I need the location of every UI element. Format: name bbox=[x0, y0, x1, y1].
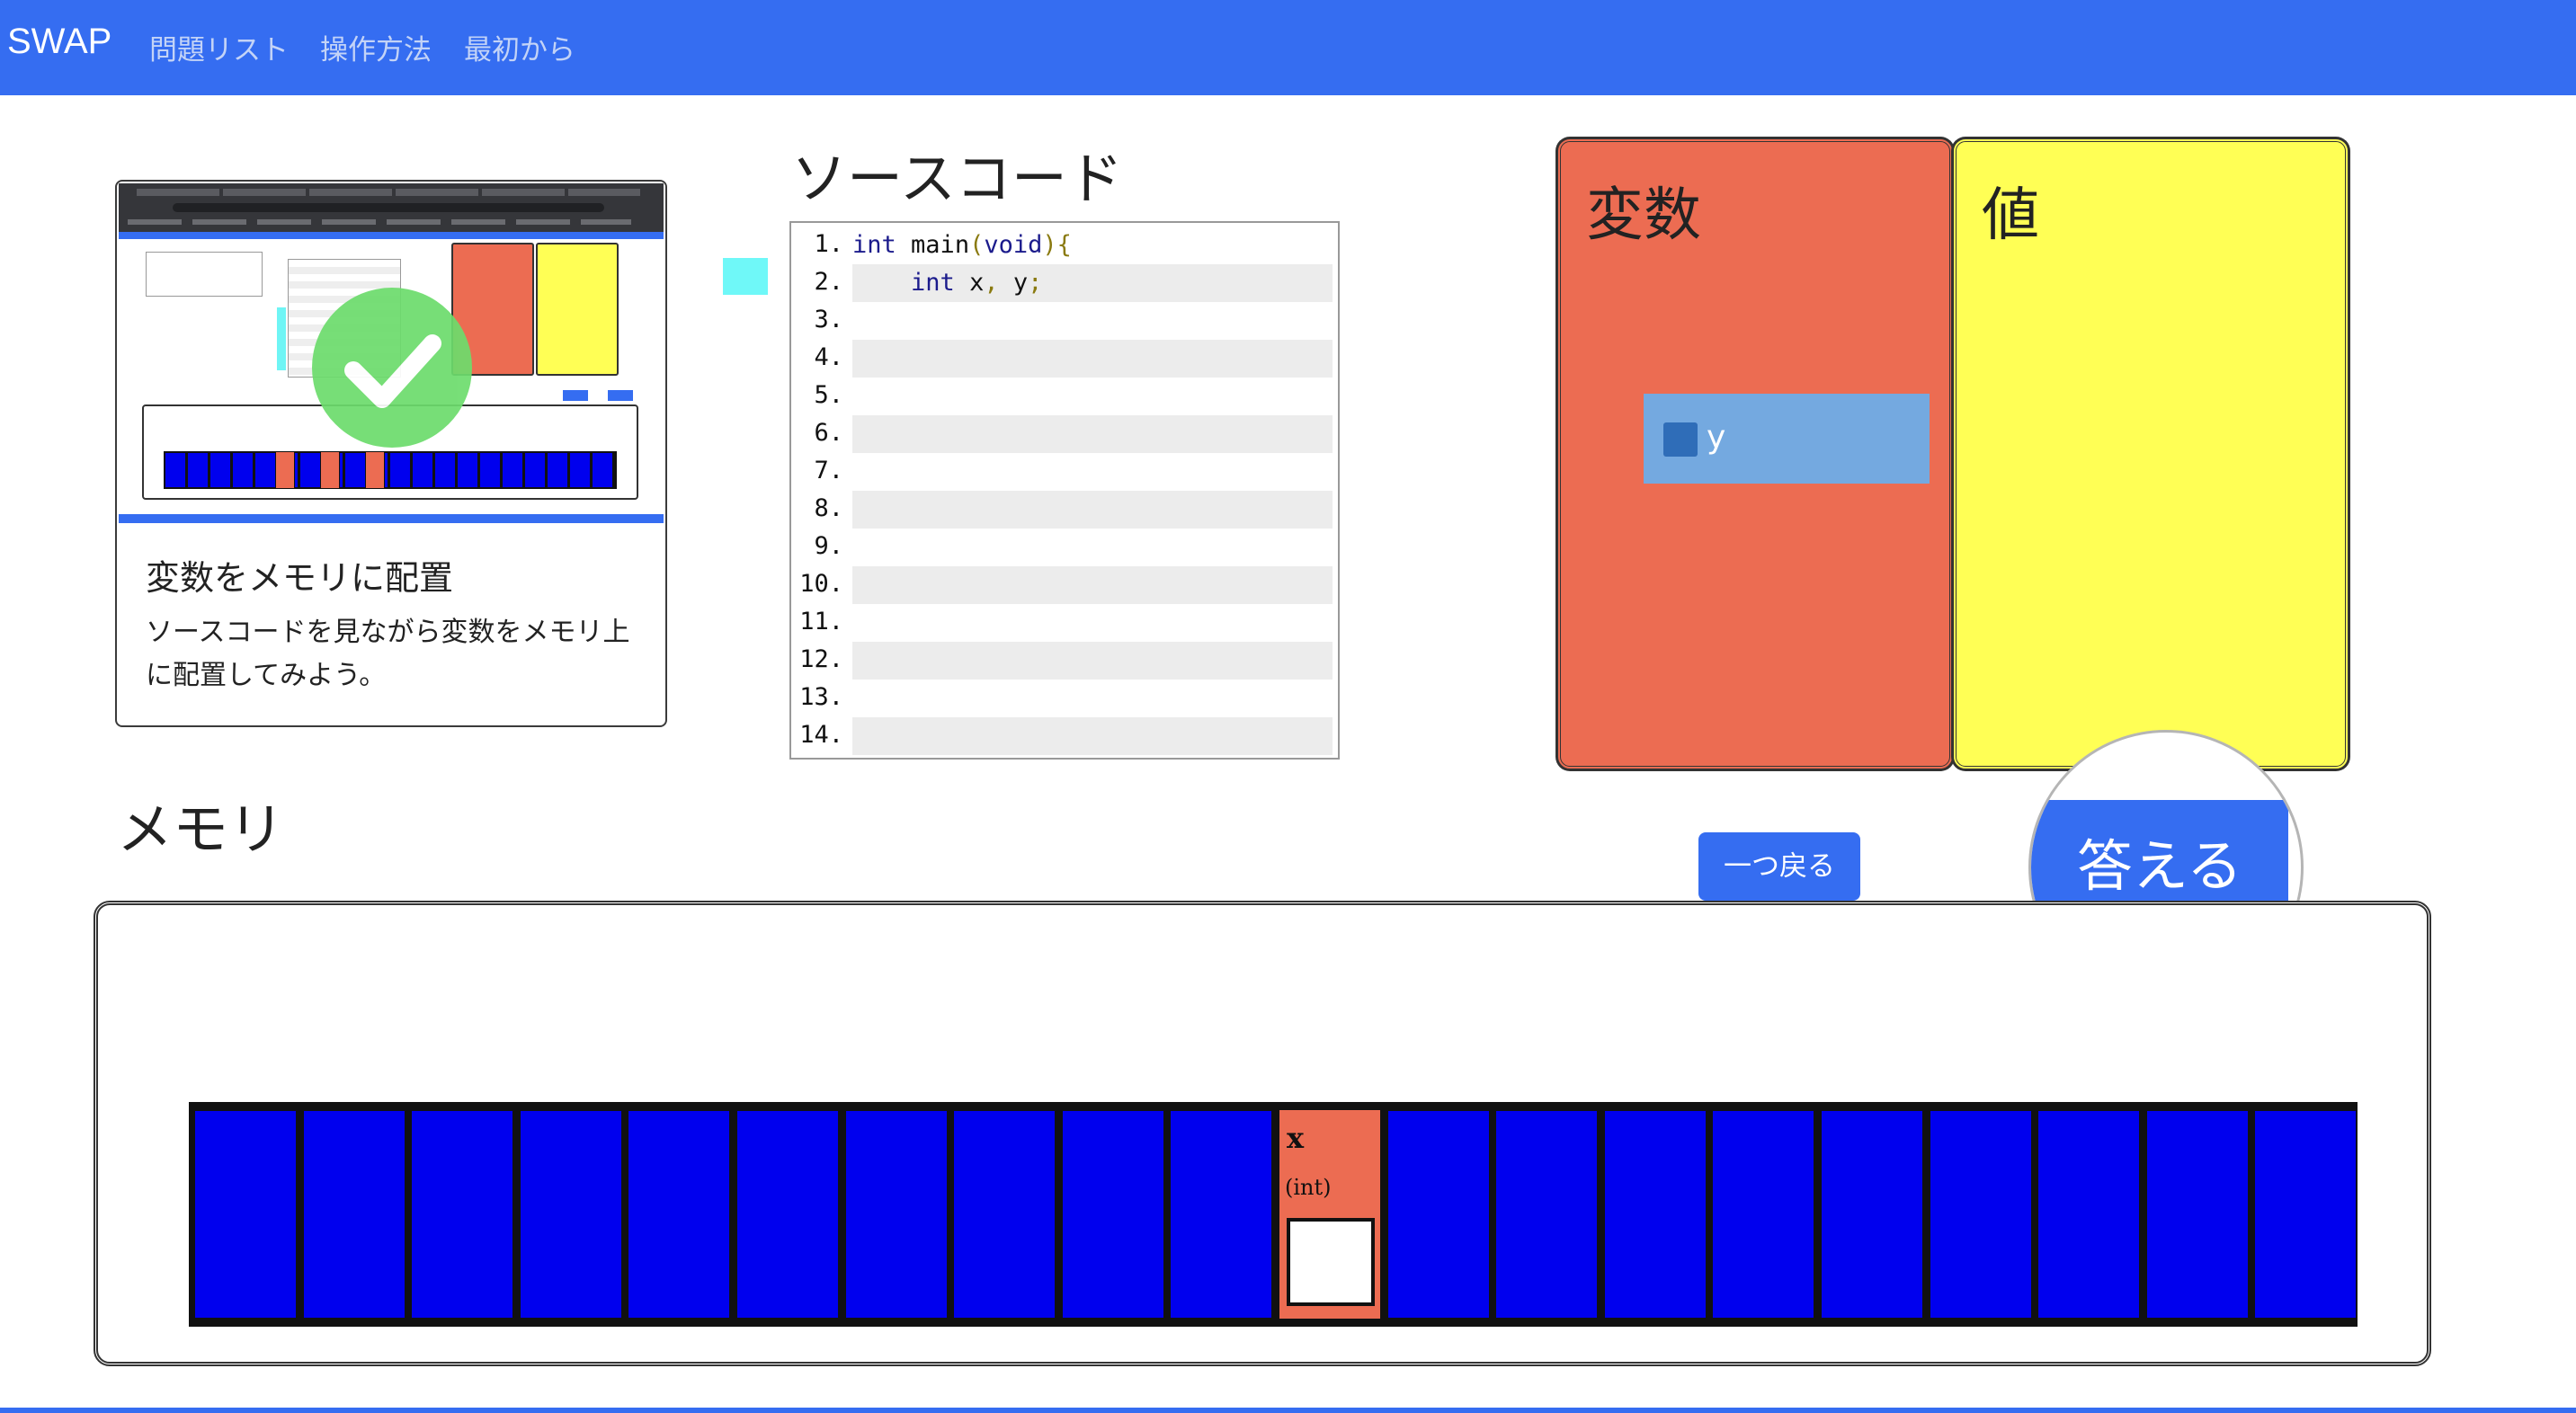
code-text bbox=[852, 642, 1333, 680]
memory-cell[interactable] bbox=[1496, 1111, 1597, 1318]
values-title: 値 bbox=[1982, 182, 2039, 249]
code-line: 8. bbox=[791, 491, 1338, 529]
tutorial-card: 変数をメモリに配置 ソースコードを見ながら変数をメモリ上に配置してみよう。 bbox=[115, 180, 667, 727]
variable-chip-y[interactable]: y bbox=[1644, 394, 1930, 484]
brand-logo[interactable]: SWAP bbox=[7, 22, 111, 62]
code-line: 13. bbox=[791, 680, 1338, 717]
card-title: 変数をメモリに配置 bbox=[146, 558, 454, 598]
memory-cell[interactable] bbox=[521, 1111, 621, 1318]
line-number: 8. bbox=[814, 494, 843, 522]
memory-cell[interactable] bbox=[1063, 1111, 1163, 1318]
code-text bbox=[852, 717, 1333, 755]
code-line: 9. bbox=[791, 529, 1338, 566]
line-number: 14. bbox=[799, 721, 843, 749]
memory-cell[interactable] bbox=[304, 1111, 405, 1318]
line-number: 3. bbox=[814, 306, 843, 333]
memory-variable-name: x bbox=[1287, 1121, 1305, 1155]
memory-cell[interactable] bbox=[1930, 1111, 2031, 1318]
code-line: 4. bbox=[791, 340, 1338, 378]
drag-handle-icon[interactable] bbox=[1663, 422, 1698, 457]
line-number: 12. bbox=[799, 645, 843, 673]
code-text bbox=[852, 415, 1333, 453]
line-number: 2. bbox=[814, 268, 843, 296]
nav-link-restart[interactable]: 最初から bbox=[464, 27, 575, 67]
line-marker bbox=[723, 258, 768, 295]
code-line: 6. bbox=[791, 415, 1338, 453]
navbar: SWAP 問題リスト 操作方法 最初から bbox=[0, 0, 2576, 95]
memory-cell-variable[interactable]: x (int) bbox=[1275, 1106, 1385, 1323]
memory-cell[interactable] bbox=[195, 1111, 296, 1318]
back-button[interactable]: 一つ戻る bbox=[1698, 832, 1860, 901]
code-line: 11. bbox=[791, 604, 1338, 642]
memory-row: x (int) bbox=[189, 1102, 2358, 1327]
line-number: 13. bbox=[799, 683, 843, 711]
code-line: 3. bbox=[791, 302, 1338, 340]
memory-cell[interactable] bbox=[2147, 1111, 2248, 1318]
memory-title: メモリ bbox=[117, 796, 285, 862]
checkmark-icon bbox=[312, 288, 472, 448]
line-number: 5. bbox=[814, 381, 843, 409]
line-number: 1. bbox=[814, 230, 843, 258]
code-line: 14. bbox=[791, 717, 1338, 755]
source-code-title: ソースコード bbox=[791, 146, 1123, 211]
variables-title: 変数 bbox=[1586, 182, 1701, 249]
memory-cell[interactable] bbox=[2255, 1111, 2356, 1318]
code-line: 7. bbox=[791, 453, 1338, 491]
card-text: ソースコードを見ながら変数をメモリ上に配置してみよう。 bbox=[146, 617, 630, 691]
line-number: 9. bbox=[814, 532, 843, 560]
footer-bar bbox=[0, 1408, 2576, 1413]
memory-cell[interactable] bbox=[1388, 1111, 1489, 1318]
variables-panel[interactable]: 変数 y bbox=[1557, 138, 1953, 769]
memory-cell[interactable] bbox=[846, 1111, 947, 1318]
memory-value-slot[interactable] bbox=[1287, 1218, 1375, 1306]
memory-variable-type: (int) bbox=[1285, 1175, 1332, 1200]
memory-cell[interactable] bbox=[2038, 1111, 2139, 1318]
code-line: 10. bbox=[791, 566, 1338, 604]
code-text: int x, y; bbox=[852, 264, 1333, 302]
code-line: 1. int main(void){ bbox=[791, 227, 1338, 264]
line-number: 11. bbox=[799, 608, 843, 635]
memory-cell[interactable] bbox=[1171, 1111, 1271, 1318]
line-number: 7. bbox=[814, 457, 843, 484]
memory-cell[interactable] bbox=[954, 1111, 1055, 1318]
code-line: 5. bbox=[791, 378, 1338, 415]
line-number: 10. bbox=[799, 570, 843, 598]
memory-cell[interactable] bbox=[628, 1111, 729, 1318]
code-text bbox=[852, 491, 1333, 529]
memory-cell[interactable] bbox=[737, 1111, 838, 1318]
code-text: int main(void){ bbox=[852, 231, 1072, 259]
line-number: 6. bbox=[814, 419, 843, 447]
nav-link-how-to[interactable]: 操作方法 bbox=[320, 27, 432, 67]
code-text bbox=[852, 566, 1333, 604]
source-code-box: 1. int main(void){ 2. int x, y; 3. 4. 5. 6. 7. 8… bbox=[789, 221, 1340, 760]
code-line: 12. bbox=[791, 642, 1338, 680]
memory-cell[interactable] bbox=[1713, 1111, 1814, 1318]
memory-cell[interactable] bbox=[412, 1111, 513, 1318]
code-line: 2. int x, y; bbox=[791, 264, 1338, 302]
tutorial-thumbnail bbox=[119, 183, 664, 527]
memory-cell[interactable] bbox=[1822, 1111, 1922, 1318]
nav-link-problem-list[interactable]: 問題リスト bbox=[149, 27, 289, 67]
variable-chip-label: y bbox=[1707, 419, 1726, 456]
line-number: 4. bbox=[814, 343, 843, 371]
code-text bbox=[852, 340, 1333, 378]
values-panel[interactable]: 値 bbox=[1953, 138, 2349, 769]
memory-cell[interactable] bbox=[1605, 1111, 1706, 1318]
